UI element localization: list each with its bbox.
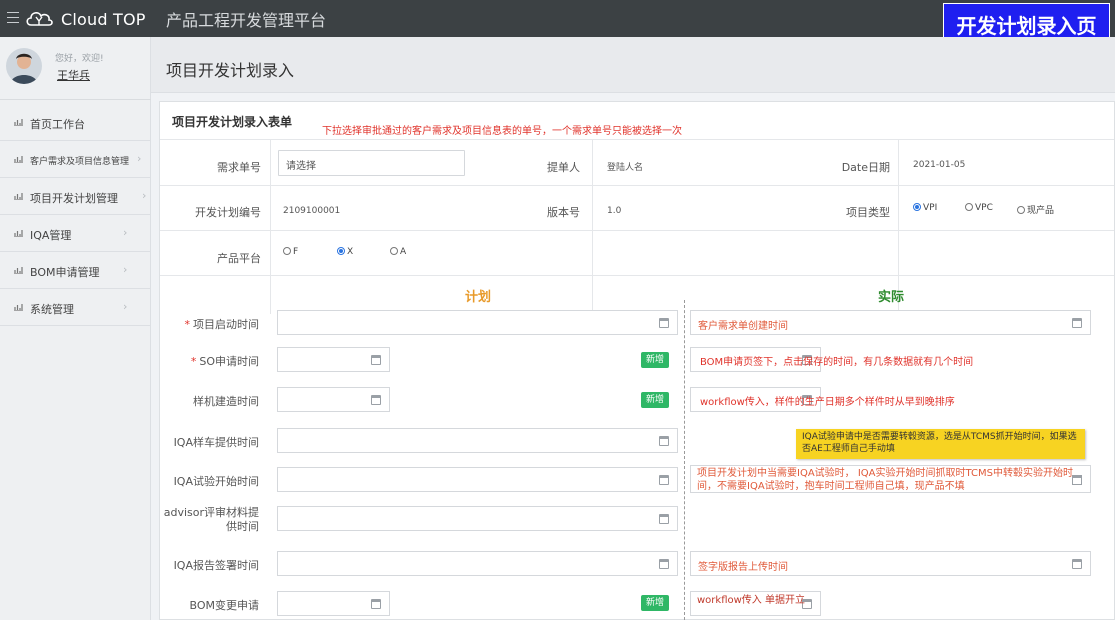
row-label-bom-change: BOM变更申请	[189, 599, 259, 612]
form-title: 项目开发计划录入表单	[172, 115, 293, 129]
row-label-advisor-material: advisor评审材料提供时间	[163, 506, 259, 533]
form-note: 下拉选择审批通过的客户需求及项目信息表的单号，一个需求单号只能被选择一次	[322, 126, 682, 137]
version-value: 1.0	[607, 206, 622, 216]
user-name-link[interactable]: 王华兵	[57, 67, 90, 83]
sidebar-item-dev-plan[interactable]: 项目开发计划管理 ›	[0, 178, 151, 215]
calendar-icon[interactable]	[659, 436, 669, 446]
cloud-logo-icon	[26, 12, 53, 26]
project-start-date-input[interactable]	[277, 310, 678, 335]
plan-no-value: 2109100001	[283, 206, 341, 216]
project-type-label: 项目类型	[846, 206, 890, 219]
chevron-right-icon: ›	[123, 263, 128, 276]
bar-chart-icon	[14, 304, 23, 311]
brand-name: Cloud TOP	[61, 10, 146, 29]
calendar-icon[interactable]	[659, 475, 669, 485]
calendar-icon[interactable]	[371, 395, 381, 405]
radio-vpc[interactable]: VPC	[965, 203, 993, 213]
sidebar-item-label: 项目开发计划管理	[30, 192, 118, 205]
plan-actual-divider	[684, 300, 685, 620]
iqa-report-actual-input[interactable]: 签字版报告上传时间	[690, 551, 1091, 576]
calendar-icon[interactable]	[371, 599, 381, 609]
radio-platform-x[interactable]: X	[337, 247, 353, 257]
date-label: Date日期	[841, 161, 890, 174]
sidebar: 您好，欢迎! 王华兵 首页工作台 客户需求及项目信息管理 › 项目开发计划管理 …	[0, 37, 151, 620]
add-bom-change-button[interactable]: 新增	[641, 595, 669, 611]
sidebar-item-home[interactable]: 首页工作台	[0, 104, 151, 141]
prototype-build-actual-note: workflow传入，样件的生产日期多个样件时从早到晚排序	[700, 397, 955, 408]
sidebar-item-bom[interactable]: BOM申请管理 ›	[0, 252, 151, 289]
submitter-value: 登陆人名	[607, 163, 644, 173]
chevron-right-icon: ›	[123, 226, 128, 239]
sidebar-item-customer-demand[interactable]: 客户需求及项目信息管理 ›	[0, 141, 151, 178]
sidebar-item-label: 首页工作台	[30, 118, 85, 131]
plan-no-label: 开发计划编号	[195, 206, 261, 219]
platform-title: 产品工程开发管理平台	[166, 11, 327, 30]
row-label-iqa-sample: IQA样车提供时间	[173, 436, 259, 449]
bom-change-actual-note: workflow传入 单据开立	[697, 595, 805, 606]
chevron-right-icon: ›	[137, 152, 142, 165]
calendar-icon[interactable]	[371, 355, 381, 365]
tooltip-note: IQA试验申请中是否需要转毂资源，选是从TCMS抓开始时间，如果选否AE工程师自…	[796, 429, 1085, 459]
row-label-iqa-test-start: IQA试验开始时间	[173, 475, 259, 488]
advisor-material-date-input[interactable]	[277, 506, 678, 531]
form-header: 项目开发计划录入表单 下拉选择审批通过的客户需求及项目信息表的单号，一个需求单号…	[160, 102, 1114, 140]
bar-chart-icon	[14, 156, 23, 163]
project-start-actual-input[interactable]: 客户需求单创建时间	[690, 310, 1091, 335]
calendar-icon[interactable]	[659, 559, 669, 569]
bar-chart-icon	[14, 119, 23, 126]
greeting-text: 您好，欢迎!	[55, 54, 104, 64]
row-label-iqa-report: IQA报告签署时间	[173, 559, 259, 572]
row-label-so-apply: * SO申请时间	[190, 355, 259, 368]
radio-vpi[interactable]: VPI	[913, 203, 937, 213]
bar-chart-icon	[14, 267, 23, 274]
so-apply-date-input[interactable]	[277, 347, 390, 372]
sidebar-item-iqa[interactable]: IQA管理 ›	[0, 215, 151, 252]
top-bar: Cloud TOP 产品工程开发管理平台 开发计划录入页	[0, 0, 1115, 47]
bar-chart-icon	[14, 230, 23, 237]
menu-icon[interactable]	[7, 12, 19, 23]
chevron-right-icon: ›	[123, 300, 128, 313]
actual-heading: 实际	[878, 290, 905, 305]
demand-no-select[interactable]: 请选择	[278, 150, 465, 176]
sidebar-item-label: 系统管理	[30, 303, 74, 316]
plan-heading: 计划	[465, 290, 492, 305]
form-row-demand: 需求单号 请选择 提单人 登陆人名 Date日期 2021-01-05	[160, 140, 1114, 186]
calendar-icon[interactable]	[659, 318, 669, 328]
sidebar-item-label: IQA管理	[30, 229, 72, 242]
demand-no-label: 需求单号	[217, 161, 261, 174]
bar-chart-icon	[14, 193, 23, 200]
sidebar-item-label: BOM申请管理	[30, 266, 100, 279]
sidebar-item-system[interactable]: 系统管理 ›	[0, 289, 151, 326]
page-title: 项目开发计划录入	[166, 61, 295, 80]
radio-platform-f[interactable]: F	[283, 247, 298, 257]
calendar-icon[interactable]	[1072, 559, 1082, 569]
form-row-plan: 开发计划编号 2109100001 版本号 1.0 项目类型 VPI VPC 现…	[160, 186, 1114, 231]
iqa-report-date-input[interactable]	[277, 551, 678, 576]
radio-platform-a[interactable]: A	[390, 247, 406, 257]
submitter-label: 提单人	[547, 161, 580, 174]
iqa-test-start-date-input[interactable]	[277, 467, 678, 492]
iqa-sample-date-input[interactable]	[277, 428, 678, 453]
calendar-icon[interactable]	[1072, 318, 1082, 328]
calendar-icon[interactable]	[659, 514, 669, 524]
prototype-build-date-input[interactable]	[277, 387, 390, 412]
bom-change-date-input[interactable]	[277, 591, 390, 616]
radio-existing-product[interactable]: 现产品	[1017, 203, 1054, 216]
form-row-platform: 产品平台 F X A	[160, 231, 1114, 276]
user-panel: 您好，欢迎! 王华兵	[0, 37, 151, 100]
calendar-icon[interactable]	[1072, 475, 1082, 485]
so-apply-actual-note: BOM申请页签下，点击保存的时间，有几条数据就有几个时间	[700, 357, 974, 368]
platform-label: 产品平台	[217, 252, 261, 265]
sidebar-item-label: 客户需求及项目信息管理	[30, 157, 130, 167]
row-label-prototype-build: 样机建造时间	[193, 395, 259, 408]
version-label: 版本号	[547, 206, 580, 219]
avatar[interactable]	[6, 48, 42, 84]
row-label-project-start: * 项目启动时间	[184, 318, 260, 331]
page-header: 项目开发计划录入	[151, 37, 1115, 93]
date-value: 2021-01-05	[913, 160, 966, 170]
iqa-test-start-actual-input[interactable]: 项目开发计划中当需要IQA试验时， IQA实验开始时间抓取时TCMS中转毂实验开…	[690, 465, 1091, 493]
add-so-apply-button[interactable]: 新增	[641, 352, 669, 368]
add-prototype-build-button[interactable]: 新增	[641, 392, 669, 408]
chevron-right-icon: ›	[142, 189, 147, 202]
